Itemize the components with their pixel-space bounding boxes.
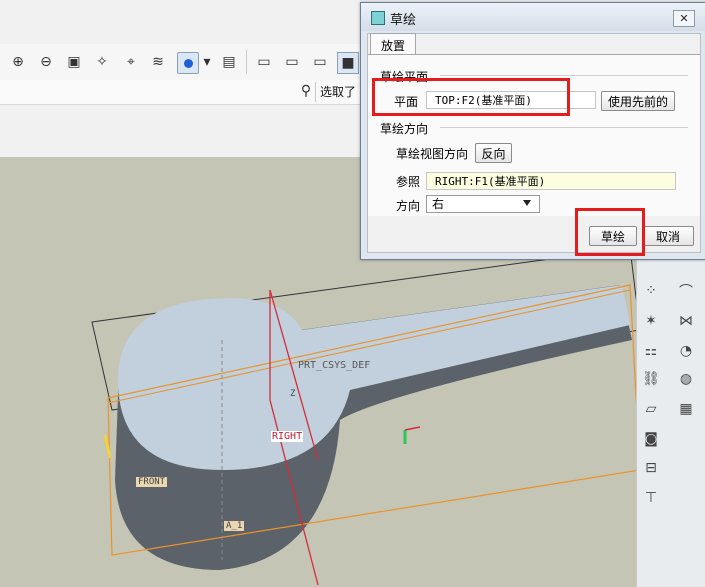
sketch-icon[interactable]: ▱ [640, 398, 662, 420]
hole-icon[interactable]: ◙ [640, 428, 662, 450]
selection-label: 选取了 [320, 85, 357, 99]
front-label: FRONT [136, 477, 168, 487]
direction-label: 方向 [396, 199, 421, 213]
right-label: RIGHT [271, 431, 304, 442]
feature-toolbar: ⁘ ⌒ ✶ ⋈ ⚏ ◔ ⛓ ◍ ▱ ▦ ◙ ⊟ ⊤ [636, 250, 705, 587]
reference-label: 参照 [396, 175, 421, 189]
dialog-footer: 草绘 取消 [368, 216, 700, 252]
sketch-orientation-group-label: 草绘方向 [380, 122, 429, 136]
toolbar-divider [246, 50, 247, 74]
layers-icon[interactable]: ≋ [148, 52, 168, 72]
flip-button[interactable]: 反向 [475, 143, 512, 163]
named-views-icon[interactable] [177, 52, 199, 74]
point-icon[interactable]: ⁘ [640, 280, 662, 302]
chevron-down-icon [523, 200, 531, 206]
filter-icon[interactable]: ⚲ [296, 81, 316, 101]
round-icon[interactable]: ◔ [675, 340, 697, 362]
rib-icon[interactable]: ⊟ [640, 457, 662, 479]
spin-center-icon[interactable]: ⌖ [121, 52, 141, 72]
csys-label: PRT_CSYS_DEF [298, 360, 371, 371]
direction-select-value: 右 [432, 197, 445, 211]
z-label: Z [290, 389, 296, 399]
axis-label: A_1 [224, 521, 245, 531]
toolbar-divider [315, 82, 316, 102]
group-divider [440, 127, 688, 128]
direction-select[interactable]: 右 [426, 195, 540, 213]
plane-highlight-box [372, 78, 570, 116]
cancel-button[interactable]: 取消 [642, 226, 694, 246]
sketch-dialog: 草绘 ✕ 放置 草绘平面 平面 TOP:F2(基准平面) 使用先前的 草绘方向 … [360, 2, 705, 260]
chevron-down-icon[interactable]: ▾ [203, 52, 211, 72]
no-hidden-icon[interactable]: ▭ [310, 52, 330, 72]
model-top-face [118, 285, 630, 470]
zoom-out-icon[interactable]: ⊖ [36, 52, 56, 72]
csys-marker-x [404, 426, 421, 431]
wireframe-icon[interactable]: ▭ [254, 52, 274, 72]
hidden-line-icon[interactable]: ▭ [282, 52, 302, 72]
csys-icon[interactable]: ✶ [640, 310, 662, 332]
reference-field[interactable]: RIGHT:F1(基准平面) [426, 172, 676, 190]
draft-icon[interactable]: ⊤ [640, 487, 662, 509]
dialog-body: 放置 草绘平面 平面 TOP:F2(基准平面) 使用先前的 草绘方向 草绘视图方… [367, 33, 701, 253]
close-button[interactable]: ✕ [673, 10, 695, 27]
view-direction-label: 草绘视图方向 [396, 147, 469, 161]
repaint-icon[interactable]: ✧ [92, 52, 112, 72]
shading-icon[interactable]: ■ [337, 52, 359, 74]
sketch-dialog-icon [371, 11, 385, 25]
dialog-title: 草绘 [390, 13, 417, 28]
shell-icon[interactable]: ◍ [675, 368, 697, 390]
zoom-in-icon[interactable]: ⊕ [8, 52, 28, 72]
dialog-titlebar[interactable]: 草绘 ✕ [361, 3, 705, 31]
axis-icon[interactable]: ⚏ [640, 340, 662, 362]
zoom-fit-icon[interactable]: ▣ [64, 52, 84, 72]
view-manager-icon[interactable]: ▤ [219, 52, 239, 72]
group-divider [440, 75, 688, 76]
sketch-button-highlight-box [575, 208, 645, 256]
pattern-icon[interactable]: ▦ [675, 398, 697, 420]
use-previous-button[interactable]: 使用先前的 [601, 91, 675, 111]
chain-icon[interactable]: ⛓ [640, 368, 662, 390]
curve-icon[interactable]: ⌒ [675, 280, 697, 302]
mirror-icon[interactable]: ⋈ [675, 310, 697, 332]
